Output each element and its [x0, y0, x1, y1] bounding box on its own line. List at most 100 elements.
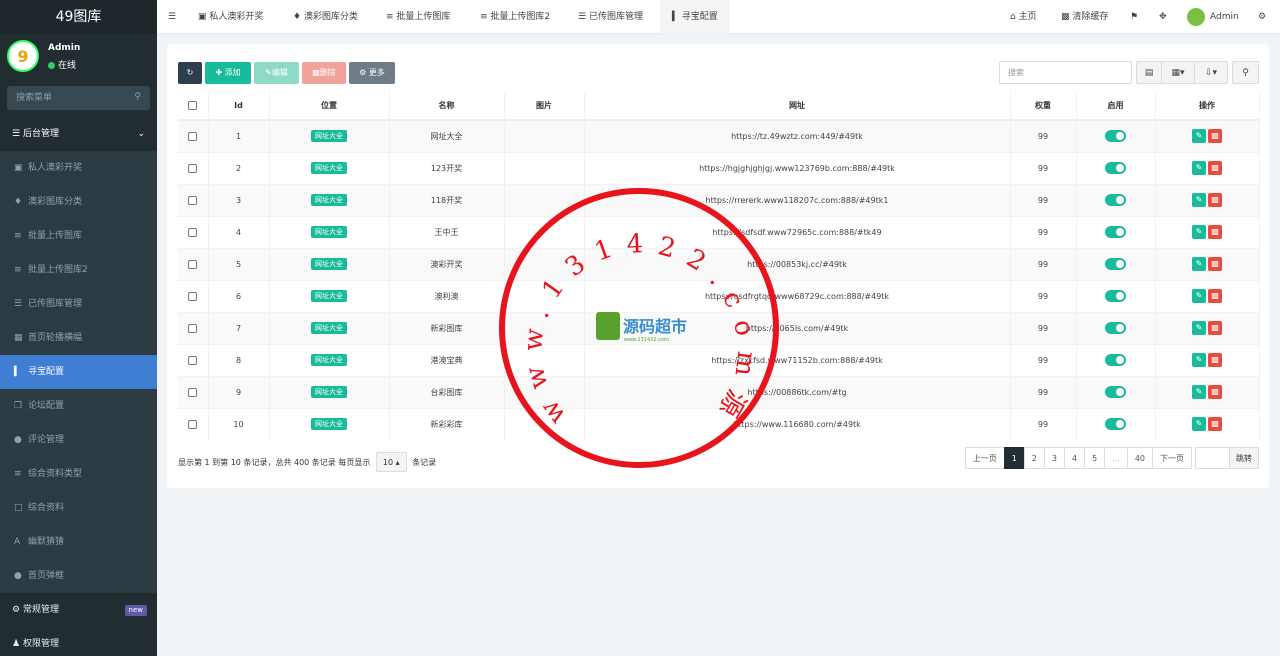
- enabled-toggle[interactable]: [1105, 130, 1126, 143]
- tab-batch-upload[interactable]: ≡ 批量上传图库: [386, 0, 450, 34]
- sidebar-group-permissions[interactable]: ♟ 权限管理: [0, 627, 157, 656]
- table-row[interactable]: 6 网址大全 澳利澳 https://asdfrgtqd.www68729c.com:…: [178, 279, 1260, 312]
- row-checkbox[interactable]: [188, 387, 198, 397]
- row-edit-button[interactable]: ✎: [1192, 417, 1206, 432]
- sidebar-item-home-popup[interactable]: ● 首页弹框: [0, 559, 157, 593]
- more-button[interactable]: ⚙ 更多: [349, 62, 395, 84]
- column-header[interactable]: 名称: [389, 92, 505, 121]
- row-checkbox[interactable]: [188, 163, 198, 173]
- edit-button[interactable]: ✎编辑: [254, 62, 299, 84]
- sidebar-item-home-banner[interactable]: ▦ 首页轮播横幅: [0, 321, 157, 355]
- row-checkbox[interactable]: [188, 227, 198, 237]
- row-delete-button[interactable]: ▩: [1208, 385, 1222, 399]
- page-button[interactable]: 5: [1084, 447, 1106, 469]
- enabled-toggle[interactable]: [1105, 418, 1126, 431]
- tab-batch-upload-2[interactable]: ≡ 批量上传图库2: [480, 0, 550, 34]
- column-header[interactable]: 权重: [1010, 92, 1077, 121]
- row-delete-button[interactable]: ▩: [1208, 193, 1222, 207]
- row-delete-button[interactable]: ▩: [1208, 353, 1222, 367]
- sidebar-item-batch-upload-2[interactable]: ≡ 批量上传图库2: [0, 253, 157, 287]
- sidebar-item-uploaded-gallery[interactable]: ☰ 已传图库管理: [0, 287, 157, 321]
- sidebar-item-humor-guess[interactable]: A 幽默猜猜: [0, 525, 157, 559]
- enabled-toggle[interactable]: [1105, 162, 1126, 174]
- prev-page-button[interactable]: 上一页: [964, 447, 1005, 469]
- row-edit-button[interactable]: ✎: [1192, 161, 1206, 175]
- table-row[interactable]: 5 网址大全 澳彩开奖 https://00853kj.cc/#49tk 99 ✎ ▩: [178, 247, 1260, 280]
- settings-icon[interactable]: ⚙: [1258, 0, 1266, 34]
- sidebar-item-info-types[interactable]: ≡ 综合资料类型: [0, 457, 157, 491]
- row-edit-button[interactable]: ✎: [1192, 129, 1206, 144]
- row-checkbox[interactable]: [188, 323, 198, 333]
- jump-button[interactable]: 跳转: [1229, 447, 1259, 469]
- admin-menu[interactable]: Admin: [1187, 0, 1239, 34]
- table-row[interactable]: 8 网址大全 港澳宝典 https://zxcfsd.www71152b.com:88…: [178, 343, 1260, 376]
- page-button[interactable]: 2: [1023, 447, 1045, 469]
- row-edit-button[interactable]: ✎: [1192, 385, 1206, 399]
- page-button[interactable]: 1: [1003, 447, 1025, 469]
- delete-button[interactable]: ▩删除: [302, 62, 346, 84]
- row-checkbox[interactable]: [188, 291, 198, 301]
- row-checkbox[interactable]: [188, 195, 198, 205]
- columns-button[interactable]: ▦▾: [1161, 61, 1195, 84]
- next-page-button[interactable]: 下一页: [1152, 447, 1192, 469]
- sidebar-search-input[interactable]: [7, 86, 150, 110]
- row-edit-button[interactable]: ✎: [1192, 193, 1206, 207]
- column-header[interactable]: 启用: [1076, 92, 1156, 121]
- row-edit-button[interactable]: ✎: [1192, 289, 1206, 303]
- enabled-toggle[interactable]: [1105, 386, 1126, 398]
- tab-uploaded-gallery[interactable]: ☰ 已传图库管理: [578, 0, 643, 34]
- page-button[interactable]: 40: [1126, 447, 1153, 469]
- row-delete-button[interactable]: ▩: [1208, 161, 1222, 175]
- sidebar-item-treasure-config[interactable]: ▍ 寻宝配置: [0, 355, 157, 389]
- advanced-search-button[interactable]: ⚲: [1232, 61, 1259, 84]
- language-icon[interactable]: ⚑: [1130, 0, 1138, 34]
- sidebar-item-batch-upload[interactable]: ≡ 批量上传图库: [0, 219, 157, 253]
- row-delete-button[interactable]: ▩: [1208, 289, 1222, 303]
- export-button[interactable]: ⇩▾: [1194, 61, 1228, 84]
- table-row[interactable]: 2 网址大全 123开奖 https://hgjghjghjgj.www123769b…: [178, 151, 1260, 184]
- row-edit-button[interactable]: ✎: [1192, 353, 1206, 367]
- row-delete-button[interactable]: ▩: [1208, 257, 1222, 271]
- row-edit-button[interactable]: ✎: [1192, 225, 1206, 239]
- enabled-toggle[interactable]: [1105, 258, 1126, 270]
- fullscreen-icon[interactable]: ✥: [1159, 0, 1167, 34]
- row-edit-button[interactable]: ✎: [1192, 257, 1206, 271]
- enabled-toggle[interactable]: [1105, 322, 1126, 334]
- search-icon[interactable]: ⚲: [134, 92, 141, 102]
- enabled-toggle[interactable]: [1105, 194, 1126, 206]
- row-checkbox[interactable]: [188, 419, 198, 429]
- enabled-toggle[interactable]: [1105, 290, 1126, 302]
- page-button[interactable]: 3: [1043, 447, 1065, 469]
- table-row[interactable]: 4 网址大全 王中王 https://sdfsdf.www72965c.com:888…: [178, 215, 1260, 248]
- table-row[interactable]: 7 网址大全 新彩图库 https://0065ls.com/#49tk 99 ✎ ▩: [178, 311, 1260, 344]
- row-delete-button[interactable]: ▩: [1208, 417, 1222, 432]
- menu-section-backend[interactable]: ☰ 后台管理 ⌄: [0, 117, 157, 151]
- page-button[interactable]: 4: [1063, 447, 1086, 469]
- row-checkbox[interactable]: [188, 355, 198, 365]
- tab-treasure-config[interactable]: ▍ 寻宝配置: [660, 0, 730, 34]
- clear-cache-button[interactable]: ▩ 清除缓存: [1061, 0, 1108, 34]
- tab-private-lottery[interactable]: ▣ 私人澳彩开奖: [198, 0, 263, 34]
- enabled-toggle[interactable]: [1105, 226, 1126, 238]
- table-row[interactable]: 3 网址大全 118开奖 https://rrererk.www118207c.com…: [178, 183, 1260, 216]
- jump-page-input[interactable]: [1195, 447, 1230, 469]
- page-size-select[interactable]: 10 ▴: [375, 452, 407, 472]
- row-delete-button[interactable]: ▩: [1208, 225, 1222, 239]
- sidebar-item-comments[interactable]: ● 评论管理: [0, 423, 157, 457]
- refresh-button[interactable]: ↻: [178, 62, 202, 84]
- row-edit-button[interactable]: ✎: [1192, 321, 1206, 335]
- table-search-input[interactable]: [999, 61, 1132, 84]
- column-header[interactable]: Id: [208, 92, 270, 121]
- table-row[interactable]: 9 网址大全 台彩图库 https://00886tk.com/#tg 99 ✎ ▩: [178, 375, 1260, 408]
- add-button[interactable]: ✚ 添加: [205, 62, 251, 84]
- brand-logo[interactable]: 49图库: [0, 0, 157, 34]
- select-all-checkbox[interactable]: [188, 101, 198, 110]
- row-checkbox[interactable]: [188, 259, 198, 269]
- sidebar-group-general[interactable]: ⚙ 常规管理 new: [0, 593, 157, 627]
- tab-gallery-category[interactable]: ♦ 澳彩图库分类: [293, 0, 358, 34]
- table-row[interactable]: 10 网址大全 新彩彩库 https://www.116680.com/#49tk 99…: [178, 407, 1260, 440]
- table-row[interactable]: 1 网址大全 网址大全 https://tz.49wztz.com:449/#49tk…: [178, 119, 1260, 152]
- enabled-toggle[interactable]: [1105, 354, 1126, 366]
- hamburger-icon[interactable]: ☰: [168, 0, 176, 34]
- column-header[interactable]: 位置: [269, 92, 390, 121]
